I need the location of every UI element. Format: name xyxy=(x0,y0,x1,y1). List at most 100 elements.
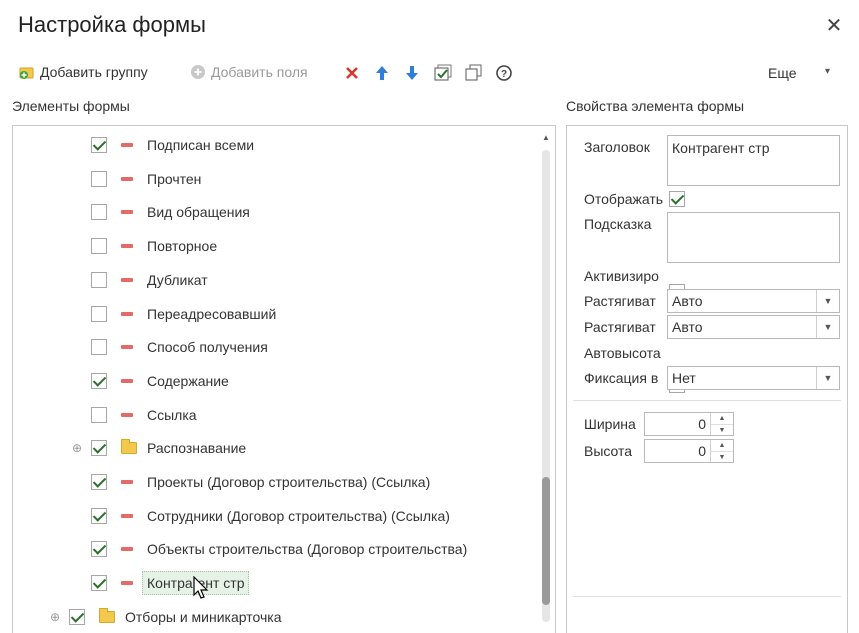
minus-icon xyxy=(121,311,133,316)
help-icon[interactable]: ? xyxy=(496,65,512,84)
height-stepper[interactable]: 0 ▲ ▼ xyxy=(644,439,734,463)
row-checkbox[interactable] xyxy=(91,137,107,153)
minus-icon xyxy=(121,244,133,249)
tree-row[interactable]: Дубликат xyxy=(13,265,533,295)
close-button[interactable]: ✕ xyxy=(822,14,846,38)
row-checkbox[interactable] xyxy=(91,406,107,423)
dropdown-arrow-icon[interactable]: ▼ xyxy=(816,316,839,338)
tree-row[interactable]: ⊕ Распознавание xyxy=(13,433,533,463)
width-value[interactable]: 0 xyxy=(645,413,710,435)
tree-row[interactable]: Подписан всеми xyxy=(13,130,533,160)
row-checkbox[interactable] xyxy=(91,271,107,288)
form-elements-tree[interactable]: Подписан всеми Прочтен Вид обращения Повтор… xyxy=(12,125,556,633)
row-label[interactable]: Дубликат xyxy=(147,272,208,288)
tooltip-field[interactable] xyxy=(667,212,840,263)
row-label[interactable]: Отборы и миникарточка xyxy=(125,609,282,625)
window-title: Настройка формы xyxy=(18,12,206,37)
tree-row[interactable]: Ссылка xyxy=(13,400,533,430)
row-label[interactable]: Распознавание xyxy=(147,440,246,456)
row-checkbox[interactable] xyxy=(91,474,107,490)
copy-icon[interactable] xyxy=(465,64,483,85)
scroll-thumb[interactable] xyxy=(542,477,550,605)
stretch-horizontal-label: Растягиват xyxy=(584,293,656,309)
caption-label: Заголовок xyxy=(584,139,650,155)
minus-icon xyxy=(121,480,133,484)
row-label[interactable]: Проекты (Договор строительства) (Ссылка) xyxy=(147,474,430,490)
row-checkbox[interactable] xyxy=(69,608,85,625)
stretch-horizontal-select[interactable]: Авто ▼ xyxy=(667,289,840,313)
row-checkbox[interactable] xyxy=(91,440,107,457)
fixation-select[interactable]: Нет ▼ xyxy=(667,366,840,390)
dropdown-arrow-icon[interactable]: ▼ xyxy=(816,367,839,389)
folder-icon xyxy=(99,607,115,623)
minus-icon xyxy=(121,378,133,383)
minus-icon xyxy=(121,345,133,350)
decrement-icon[interactable]: ▼ xyxy=(711,451,733,463)
tree-row[interactable]: Повторное xyxy=(13,231,533,261)
row-checkbox[interactable] xyxy=(91,170,107,187)
tree-scrollbar[interactable]: ▲ xyxy=(540,132,552,622)
row-label[interactable]: Способ получения xyxy=(147,339,268,355)
row-label[interactable]: Переадресовавший xyxy=(147,306,276,322)
svg-text:?: ? xyxy=(501,69,507,80)
more-dropdown-icon[interactable]: ▾ xyxy=(825,66,830,77)
tree-row[interactable]: ⊕ Отборы и миникарточка xyxy=(13,602,533,632)
dropdown-arrow-icon[interactable]: ▼ xyxy=(816,290,839,312)
element-properties-heading: Свойства элемента формы xyxy=(566,98,745,114)
row-checkbox[interactable] xyxy=(91,238,107,255)
tree-row[interactable]: Сотрудники (Договор строительства) (Ссыл… xyxy=(13,501,533,531)
expand-icon[interactable]: ⊕ xyxy=(71,442,83,454)
row-checkbox[interactable] xyxy=(91,339,107,356)
add-field-icon xyxy=(190,64,206,80)
add-group-button[interactable]: Добавить группу xyxy=(19,64,148,80)
row-label[interactable]: Объекты строительства (Договор строитель… xyxy=(147,541,467,557)
increment-icon[interactable]: ▲ xyxy=(711,440,733,451)
tree-row[interactable]: Проекты (Договор строительства) (Ссылка) xyxy=(13,467,533,497)
move-up-icon[interactable] xyxy=(375,65,389,84)
tree-row[interactable]: Вид обращения xyxy=(13,197,533,227)
width-stepper[interactable]: 0 ▲ ▼ xyxy=(644,412,734,436)
height-value[interactable]: 0 xyxy=(645,440,710,462)
show-label: Отображать xyxy=(584,191,664,207)
form-elements-heading: Элементы формы xyxy=(12,98,130,114)
delete-icon[interactable] xyxy=(345,66,359,83)
properties-divider xyxy=(573,400,841,401)
tree-row[interactable]: Контрагент стр xyxy=(13,568,533,598)
show-checkbox[interactable] xyxy=(669,191,685,207)
row-checkbox[interactable] xyxy=(91,575,107,592)
row-checkbox[interactable] xyxy=(91,372,107,389)
more-menu[interactable]: Еще xyxy=(768,65,797,81)
minus-icon xyxy=(121,277,133,282)
row-label[interactable]: Ссылка xyxy=(147,407,197,423)
increment-icon[interactable]: ▲ xyxy=(711,413,733,424)
stretch-vertical-select[interactable]: Авто ▼ xyxy=(667,315,840,339)
minus-icon xyxy=(121,143,133,147)
folder-icon xyxy=(121,439,137,455)
properties-bottom-divider xyxy=(573,596,841,597)
decrement-icon[interactable]: ▼ xyxy=(711,424,733,436)
row-checkbox[interactable] xyxy=(91,204,107,221)
expand-icon[interactable]: ⊕ xyxy=(49,611,61,623)
activate-label: Активизиро xyxy=(584,268,659,284)
row-label[interactable]: Подписан всеми xyxy=(147,137,254,153)
minus-icon xyxy=(121,412,133,417)
row-checkbox[interactable] xyxy=(91,507,107,524)
tree-row[interactable]: Содержание xyxy=(13,366,533,396)
row-label[interactable]: Сотрудники (Договор строительства) (Ссыл… xyxy=(147,508,450,524)
mouse-cursor-icon xyxy=(193,575,209,603)
tree-row[interactable]: Способ получения xyxy=(13,332,533,362)
row-label[interactable]: Прочтен xyxy=(147,171,201,187)
tree-row[interactable]: Объекты строительства (Договор строитель… xyxy=(13,534,533,564)
scroll-up-icon[interactable]: ▲ xyxy=(540,132,552,144)
row-label[interactable]: Повторное xyxy=(147,238,217,254)
caption-field[interactable]: Контрагент стр xyxy=(667,135,840,186)
add-field-button[interactable]: Добавить поля xyxy=(190,64,308,80)
row-checkbox[interactable] xyxy=(91,305,107,322)
row-checkbox[interactable] xyxy=(91,541,107,558)
tree-row[interactable]: Прочтен xyxy=(13,164,533,194)
row-label[interactable]: Содержание xyxy=(147,373,229,389)
row-label[interactable]: Вид обращения xyxy=(147,204,250,220)
move-down-icon[interactable] xyxy=(405,65,419,84)
tree-row[interactable]: Переадресовавший xyxy=(13,299,533,329)
check-all-icon[interactable] xyxy=(434,64,452,85)
